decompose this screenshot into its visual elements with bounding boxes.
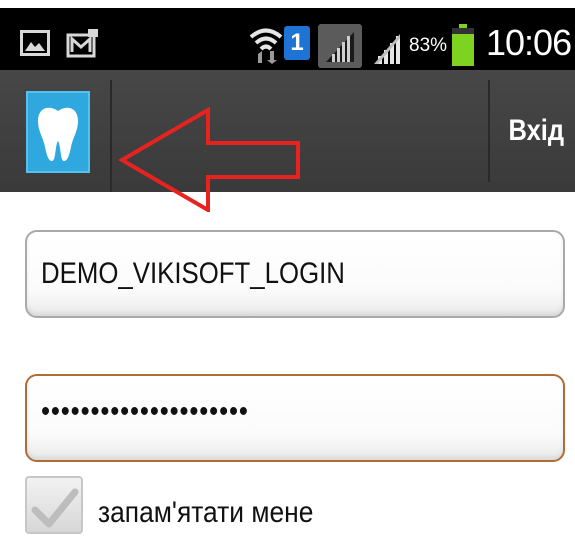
signal-bars-icon [326,32,354,62]
red-arrow-icon [118,106,300,212]
battery-percent: 83% [409,35,448,56]
sim-icon: 1 [284,26,310,60]
app-screen: 1 83% 10:06 Вхід DEMO_VIKISOFT_LOGIN •••… [0,0,575,548]
action-bar: Вхід [0,70,575,212]
mail-icon [66,29,98,58]
app-logo[interactable] [26,91,90,173]
login-field-value: DEMO_VIKISOFT_LOGIN [41,257,345,290]
password-field[interactable]: ••••••••••••••••••••• [25,374,565,462]
clock: 10:06 [486,22,572,63]
top-strip [0,0,575,8]
battery-icon [452,24,474,66]
remember-me-label[interactable]: запам'ятати мене [98,496,313,530]
wifi-icon [249,28,283,64]
signal-icon [318,24,362,68]
password-field-value: ••••••••••••••••••••• [41,395,249,428]
gallery-icon [20,30,50,56]
divider [110,80,112,192]
status-bar: 1 83% 10:06 [0,8,575,70]
login-button[interactable]: Вхід [500,70,565,192]
remember-me-checkbox[interactable] [25,476,83,534]
divider [488,80,490,182]
signal-icon [374,34,400,64]
checkmark-icon [31,488,79,528]
tooth-icon [38,107,78,161]
login-field[interactable]: DEMO_VIKISOFT_LOGIN [25,230,565,318]
